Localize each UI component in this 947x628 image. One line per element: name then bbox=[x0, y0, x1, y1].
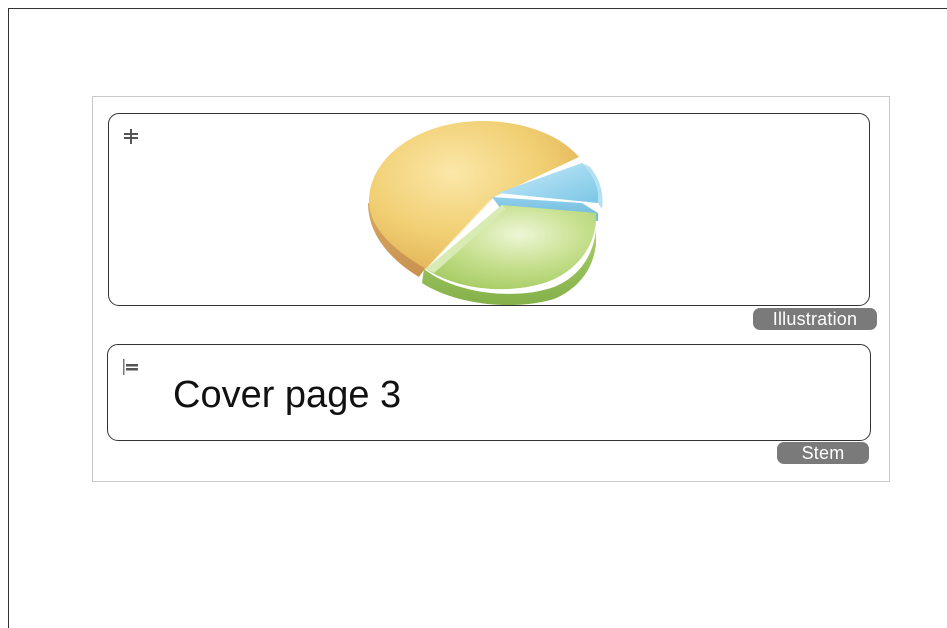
illustration-tag: Illustration bbox=[753, 308, 877, 330]
pie-chart-image bbox=[368, 121, 603, 305]
illustration-block[interactable] bbox=[108, 113, 870, 306]
stem-block[interactable]: Cover page 3 bbox=[107, 344, 871, 441]
stem-tag: Stem bbox=[777, 442, 869, 464]
editor-canvas: Illustration Cover page 3 Stem bbox=[8, 8, 947, 628]
move-handle-icon[interactable] bbox=[121, 126, 141, 146]
cover-page: Illustration Cover page 3 Stem bbox=[92, 96, 890, 482]
stem-text[interactable]: Cover page 3 bbox=[173, 373, 401, 417]
align-left-icon[interactable] bbox=[120, 357, 140, 377]
